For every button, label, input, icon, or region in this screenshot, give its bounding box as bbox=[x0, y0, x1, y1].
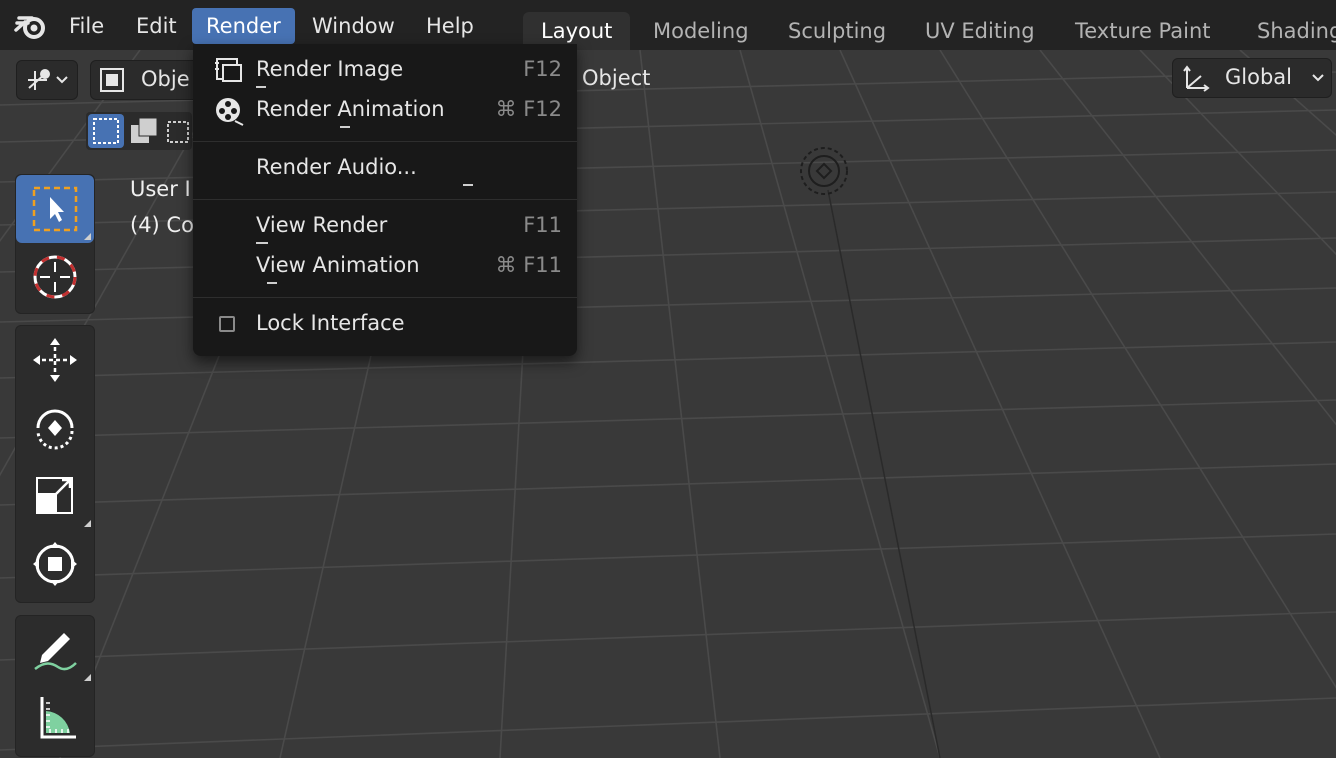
render-animation-label: Render Animation bbox=[256, 97, 445, 121]
cursor-crosshair-icon bbox=[33, 255, 77, 299]
mnemonic-underline bbox=[463, 184, 473, 186]
scale-tool[interactable] bbox=[16, 462, 94, 530]
tool-options-indicator bbox=[84, 520, 91, 527]
selection-mode-group bbox=[86, 112, 192, 150]
select-extend-button[interactable] bbox=[126, 114, 162, 148]
render-image-label: Render Image bbox=[256, 57, 404, 81]
view-render-label: View Render bbox=[256, 213, 388, 237]
orientation-label: Global bbox=[1225, 65, 1292, 89]
toolbar-transform-group bbox=[15, 325, 95, 603]
view-name-label: User I bbox=[130, 177, 191, 201]
select-box-icon bbox=[32, 186, 78, 232]
toolbar-annotate-group bbox=[15, 615, 95, 757]
rotate-icon bbox=[36, 409, 74, 450]
chevron-down-icon bbox=[1312, 74, 1324, 82]
select-new-button[interactable] bbox=[88, 114, 124, 148]
measure-tool[interactable] bbox=[16, 684, 94, 752]
annotate-pencil-icon bbox=[34, 633, 77, 671]
object-mode-dropdown[interactable]: Obje bbox=[90, 60, 202, 100]
object-mode-label: Obje bbox=[141, 67, 190, 91]
blender-logo-icon[interactable] bbox=[14, 8, 50, 44]
object-menu[interactable]: Object bbox=[582, 66, 650, 90]
menu-separator bbox=[193, 297, 577, 298]
tab-modeling[interactable]: Modeling bbox=[635, 12, 767, 50]
select-box-tool[interactable] bbox=[16, 175, 94, 243]
menu-item-render-animation[interactable]: Render Animation ⌘ F12 bbox=[193, 91, 577, 131]
menu-help[interactable]: Help bbox=[412, 8, 488, 44]
lock-interface-label: Lock Interface bbox=[256, 311, 405, 335]
select-new-icon bbox=[93, 118, 119, 144]
view3d-editor-icon bbox=[28, 69, 68, 90]
menu-item-render-audio[interactable]: Render Audio... bbox=[193, 149, 577, 189]
tab-sculpting[interactable]: Sculpting bbox=[770, 12, 904, 50]
select-subtract-icon bbox=[167, 121, 189, 143]
menu-render[interactable]: Render bbox=[192, 8, 295, 44]
orientation-axes-icon bbox=[1183, 65, 1210, 92]
mnemonic-underline bbox=[256, 86, 266, 88]
transform-orientation-dropdown[interactable]: Global bbox=[1172, 58, 1332, 98]
move-arrows-icon bbox=[33, 338, 77, 382]
menu-edit[interactable]: Edit bbox=[122, 8, 191, 44]
editor-type-button[interactable] bbox=[16, 60, 78, 100]
menu-separator bbox=[193, 141, 577, 142]
tab-texture-paint[interactable]: Texture Paint bbox=[1057, 12, 1229, 50]
view-render-shortcut: F11 bbox=[523, 213, 562, 237]
tab-uv-editing[interactable]: UV Editing bbox=[907, 12, 1053, 50]
render-animation-icon bbox=[216, 98, 244, 126]
render-image-icon bbox=[215, 58, 242, 82]
move-tool[interactable] bbox=[16, 326, 94, 394]
select-extend-icon bbox=[131, 117, 158, 143]
mnemonic-underline bbox=[340, 126, 350, 128]
transform-tool[interactable] bbox=[16, 530, 94, 598]
toolbar-select-group bbox=[15, 174, 95, 314]
tab-shading[interactable]: Shading bbox=[1239, 12, 1336, 50]
annotate-tool[interactable] bbox=[16, 616, 94, 684]
tool-options-indicator bbox=[84, 674, 91, 681]
render-image-shortcut: F12 bbox=[523, 57, 562, 81]
top-bar: File Edit Render Window Help Layout Mode… bbox=[0, 0, 1336, 50]
render-animation-shortcut: ⌘ F12 bbox=[495, 97, 562, 121]
object-mode-icon bbox=[100, 68, 124, 92]
checkbox-icon[interactable] bbox=[219, 316, 235, 332]
menu-window[interactable]: Window bbox=[298, 8, 409, 44]
menu-item-view-render[interactable]: View Render F11 bbox=[193, 207, 577, 247]
measure-ruler-icon bbox=[40, 697, 76, 739]
menu-item-view-animation[interactable]: View Animation ⌘ F11 bbox=[193, 247, 577, 287]
mnemonic-underline bbox=[256, 242, 268, 244]
tool-options-indicator bbox=[84, 233, 91, 240]
menu-separator bbox=[193, 199, 577, 200]
menu-file[interactable]: File bbox=[55, 8, 118, 44]
menu-item-render-image[interactable]: Render Image F12 bbox=[193, 51, 577, 91]
view-animation-label: View Animation bbox=[256, 253, 420, 277]
mnemonic-underline bbox=[267, 282, 277, 284]
cursor-tool[interactable] bbox=[16, 243, 94, 311]
render-menu-dropdown: Render Image F12 Render Animation ⌘ F12 … bbox=[193, 44, 577, 356]
view-animation-shortcut: ⌘ F11 bbox=[495, 253, 562, 277]
select-subtract-button[interactable] bbox=[164, 114, 190, 148]
light-object-icon bbox=[800, 147, 848, 195]
transform-icon bbox=[33, 542, 77, 586]
menu-item-lock-interface[interactable]: Lock Interface bbox=[193, 305, 577, 345]
collection-label: (4) Co bbox=[130, 213, 194, 237]
rotate-tool[interactable] bbox=[16, 394, 94, 462]
render-audio-label: Render Audio... bbox=[256, 155, 417, 179]
scale-icon bbox=[36, 477, 73, 514]
